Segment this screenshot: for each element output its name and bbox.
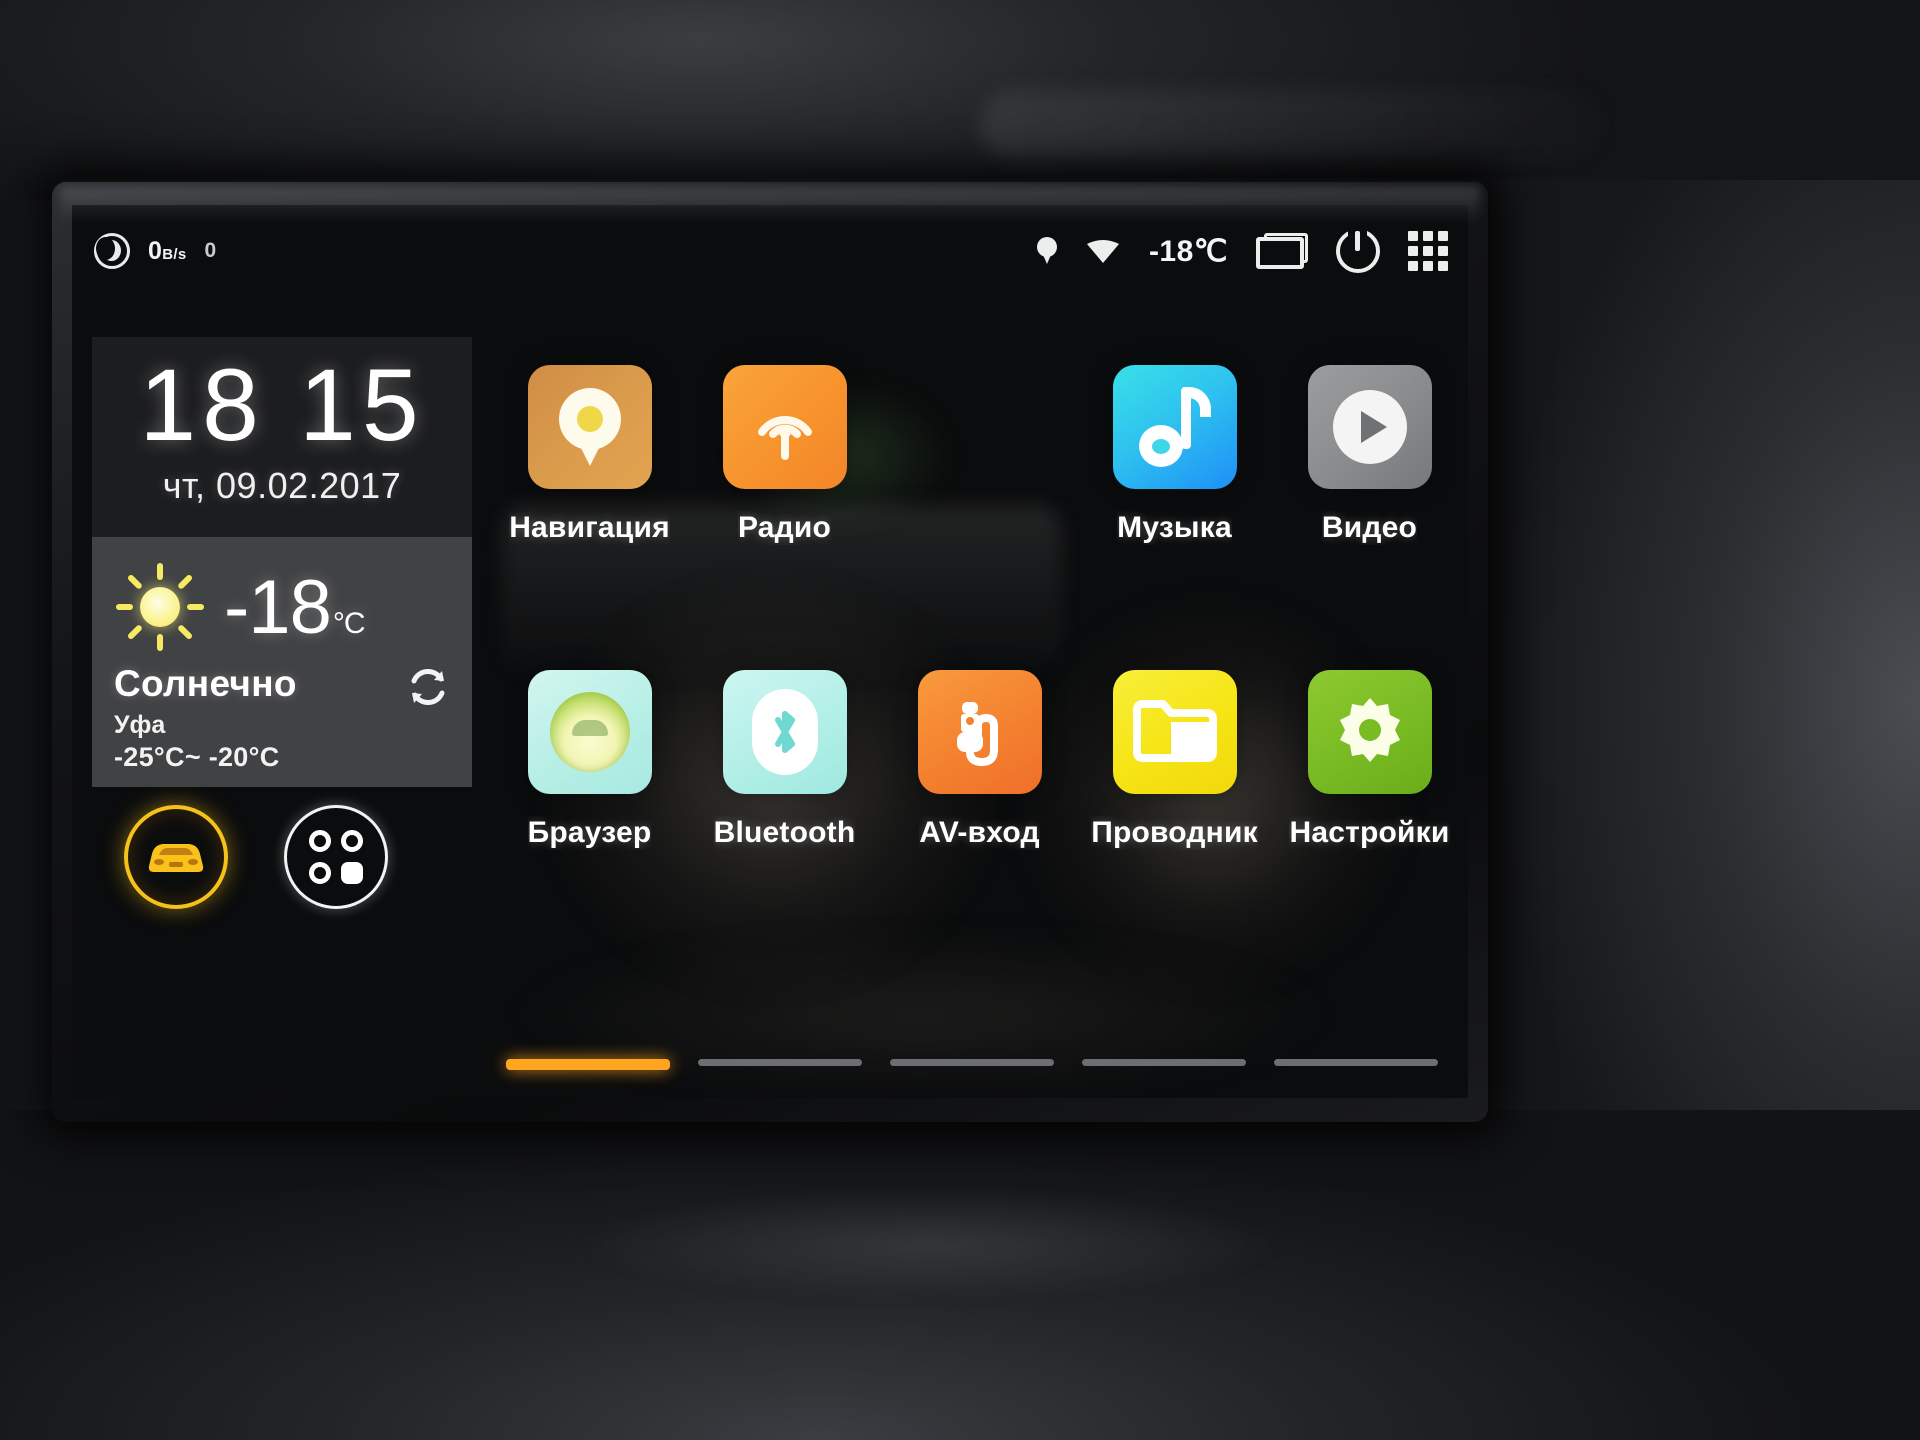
network-speed: 0B/s: [148, 237, 186, 266]
shortcut-buttons: [92, 805, 472, 909]
power-icon[interactable]: [1336, 225, 1380, 273]
crescent-moon-icon[interactable]: [94, 233, 130, 269]
app-browser-label: Браузер: [527, 816, 652, 849]
app-file-manager-label: Проводник: [1091, 816, 1258, 849]
app-video-label: Видео: [1321, 511, 1418, 544]
app-navigation[interactable]: Навигация: [492, 365, 687, 665]
app-av-input-tile[interactable]: [917, 670, 1042, 794]
bluetooth-icon: [774, 711, 795, 753]
status-bar: 0B/s 0 -18℃: [72, 205, 1468, 297]
left-widget-column: 18 15 чт, 09.02.2017 -18 °C Солнечно Уфа…: [92, 337, 472, 909]
app-file-manager[interactable]: Проводник: [1077, 670, 1272, 970]
weather-city: Уфа: [114, 711, 166, 739]
app-grid-icon[interactable]: [1408, 231, 1448, 271]
all-apps-button[interactable]: [284, 805, 388, 909]
page-indicator-3[interactable]: [890, 1059, 1054, 1066]
app-grid: Навигация Радио Музыка Видео Браузер Blu…: [492, 365, 1468, 1025]
wifi-icon[interactable]: [1085, 237, 1121, 265]
app-bluetooth-tile[interactable]: [722, 670, 847, 794]
app-browser-tile[interactable]: [527, 670, 652, 794]
page-indicator[interactable]: [492, 1059, 1452, 1070]
dashboard-lower-console: [0, 1110, 1920, 1440]
app-slot-empty: [882, 365, 1077, 665]
four-dots-icon: [309, 830, 363, 884]
app-bluetooth[interactable]: Bluetooth: [687, 670, 882, 970]
app-music-label: Музыка: [1117, 511, 1232, 544]
video-play-icon: [1332, 390, 1407, 464]
weather-main-row: -18 °C: [114, 553, 450, 661]
av-plug-icon: [956, 702, 998, 767]
weather-condition: Солнечно: [114, 663, 297, 704]
recent-apps-icon[interactable]: [1256, 233, 1308, 269]
app-navigation-tile[interactable]: [527, 365, 652, 489]
page-indicator-5[interactable]: [1274, 1059, 1438, 1066]
status-bar-temperature: -18℃: [1148, 234, 1228, 268]
status-bar-right: -18℃: [1036, 225, 1448, 273]
notification-count: 0: [204, 239, 217, 262]
sun-icon: [114, 561, 206, 653]
refresh-icon[interactable]: [406, 665, 450, 709]
weather-widget[interactable]: -18 °C Солнечно Уфа -25°C~ -20°C: [92, 537, 472, 787]
app-settings-tile[interactable]: [1307, 670, 1432, 794]
car-interior-photo: 0B/s 0 -18℃ 18 15 чт, 09.02.2017 -18 °C …: [0, 0, 1920, 1440]
weather-temperature-value: -18: [224, 564, 332, 650]
app-bluetooth-label: Bluetooth: [713, 816, 856, 849]
app-row-1: Навигация Радио Музыка Видео: [492, 365, 1468, 665]
page-indicator-4[interactable]: [1082, 1059, 1246, 1066]
weather-temperature-unit: °C: [332, 606, 366, 640]
radio-broadcast-icon: [757, 416, 812, 460]
app-radio[interactable]: Радио: [687, 365, 882, 665]
app-av-input[interactable]: AV-вход: [882, 670, 1077, 970]
car-icon: [148, 844, 204, 872]
launcher-ui: 0B/s 0 -18℃ 18 15 чт, 09.02.2017 -18 °C …: [72, 205, 1468, 1098]
weather-range: -25°C~ -20°C: [114, 742, 280, 772]
folder-icon: [1132, 700, 1217, 762]
app-navigation-label: Навигация: [509, 511, 670, 544]
car-info-button[interactable]: [124, 805, 228, 909]
globe-icon: [549, 692, 630, 772]
head-unit-screen[interactable]: 0B/s 0 -18℃ 18 15 чт, 09.02.2017 -18 °C …: [72, 205, 1468, 1098]
weather-temperature: -18 °C: [224, 564, 366, 651]
app-radio-tile[interactable]: [722, 365, 847, 489]
app-radio-label: Радио: [737, 511, 832, 544]
app-settings[interactable]: Настройки: [1272, 670, 1467, 970]
app-row-2: Браузер Bluetooth AV-вход Проводник Наст…: [492, 670, 1468, 970]
gear-icon: [1339, 698, 1400, 762]
location-pin-icon: [1036, 237, 1057, 265]
app-av-input-label: AV-вход: [919, 816, 1040, 849]
page-indicator-1[interactable]: [506, 1059, 670, 1070]
app-video-tile[interactable]: [1307, 365, 1432, 489]
music-note-icon: [1138, 387, 1211, 467]
network-speed-unit: B/s: [162, 245, 187, 263]
clock-time: 18 15: [139, 348, 425, 462]
map-pin-icon: [558, 388, 621, 466]
network-speed-value: 0: [148, 236, 163, 265]
clock-widget[interactable]: 18 15 чт, 09.02.2017: [92, 337, 472, 537]
app-video[interactable]: Видео: [1272, 365, 1467, 665]
app-settings-label: Настройки: [1289, 816, 1450, 849]
bluetooth-badge: [751, 689, 818, 775]
app-music[interactable]: Музыка: [1077, 365, 1272, 665]
page-indicator-2[interactable]: [698, 1059, 862, 1066]
app-file-manager-tile[interactable]: [1112, 670, 1237, 794]
clock-date: чт, 09.02.2017: [162, 465, 402, 506]
status-bar-left: 0B/s 0: [94, 233, 216, 269]
app-browser[interactable]: Браузер: [492, 670, 687, 970]
app-music-tile[interactable]: [1112, 365, 1237, 489]
